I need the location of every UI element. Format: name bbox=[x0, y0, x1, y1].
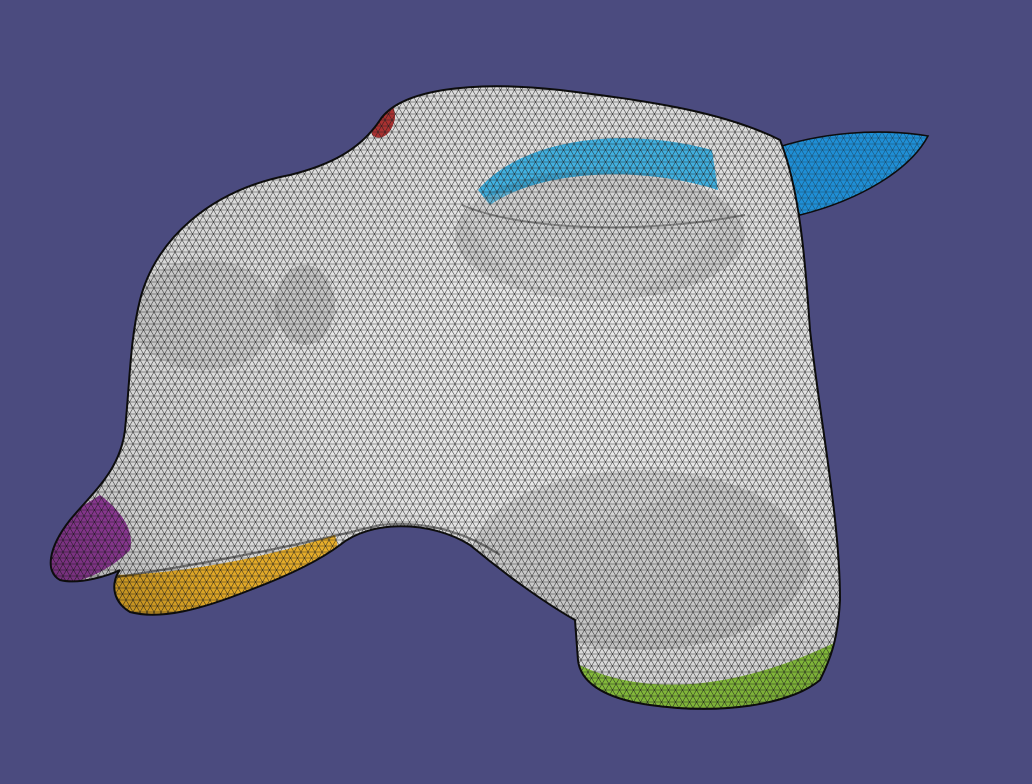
mesh-render[interactable] bbox=[0, 0, 1032, 784]
3d-viewport[interactable] bbox=[0, 0, 1032, 784]
